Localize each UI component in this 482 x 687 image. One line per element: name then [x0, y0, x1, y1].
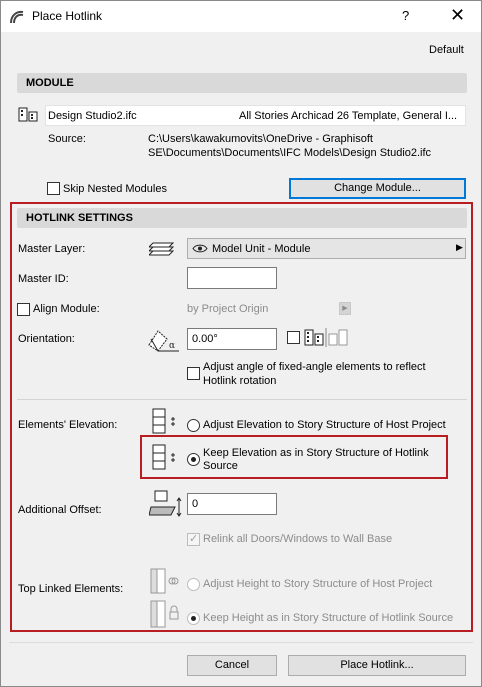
- adjust-angle-checkbox[interactable]: [187, 367, 200, 380]
- window-title: Place Hotlink: [32, 9, 103, 23]
- svg-text:α: α: [169, 341, 175, 351]
- elevation-keep-label-line1: Keep Elevation as in Story Structure of …: [203, 447, 429, 459]
- hotlink-settings-section-header: HOTLINK SETTINGS: [17, 208, 467, 228]
- title-bar: Place Hotlink ? ✕: [1, 1, 481, 32]
- relink-doors-windows-label: Relink all Doors/Windows to Wall Base: [203, 533, 393, 545]
- module-section-header: MODULE: [17, 73, 467, 93]
- keep-height-icon: [150, 600, 179, 628]
- master-layer-label: Master Layer:: [18, 243, 86, 255]
- module-template-name: All Stories Archicad 26 Template, Genera…: [239, 110, 458, 122]
- cancel-button[interactable]: Cancel: [187, 655, 277, 676]
- top-keep-height-radio[interactable]: [187, 612, 200, 625]
- additional-offset-input[interactable]: [187, 493, 277, 515]
- master-id-label: Master ID:: [18, 273, 69, 285]
- align-module-value: by Project Origin: [187, 303, 269, 315]
- skip-nested-modules-checkbox[interactable]: [47, 182, 60, 195]
- mirror-module-icon: [304, 328, 348, 347]
- help-button[interactable]: ?: [402, 8, 409, 23]
- elevation-adjust-radio[interactable]: [187, 419, 200, 432]
- adjust-elevation-icon: [152, 408, 175, 434]
- orientation-mirror-checkbox[interactable]: [287, 331, 300, 344]
- align-module-checkbox[interactable]: [17, 303, 30, 316]
- place-hotlink-dialog: Place Hotlink ? ✕ Default MODULE Design …: [0, 0, 482, 687]
- master-id-input[interactable]: [187, 267, 277, 289]
- top-linked-elements-label: Top Linked Elements:: [18, 583, 124, 595]
- additional-offset-icon: [149, 490, 182, 517]
- align-module-label: Align Module:: [33, 303, 100, 315]
- elevation-keep-label-line2: Source: [203, 460, 238, 472]
- orientation-input[interactable]: [187, 328, 277, 350]
- dropdown-arrow-icon: ▶: [456, 242, 463, 252]
- keep-elevation-icon: [152, 444, 175, 470]
- adjust-height-icon: [150, 568, 179, 594]
- align-module-popup-arrow-icon: ▶: [339, 302, 351, 315]
- master-layer-value: Model Unit - Module: [212, 243, 311, 255]
- top-adjust-height-label: Adjust Height to Story Structure of Host…: [203, 578, 433, 590]
- module-file-name: Design Studio2.ifc: [48, 110, 137, 122]
- source-label: Source:: [48, 133, 86, 145]
- skip-nested-modules-label: Skip Nested Modules: [63, 183, 167, 195]
- elevation-keep-radio[interactable]: [187, 453, 200, 466]
- archicad-app-icon: [10, 10, 24, 24]
- top-keep-height-label: Keep Height as in Story Structure of Hot…: [203, 612, 454, 624]
- layers-icon: [149, 242, 175, 256]
- relink-doors-windows-checkbox[interactable]: [187, 532, 200, 546]
- top-adjust-height-radio[interactable]: [187, 578, 200, 591]
- place-hotlink-button[interactable]: Place Hotlink...: [288, 655, 466, 676]
- eye-visible-icon: [192, 244, 208, 253]
- section-separator: [17, 399, 467, 400]
- source-path-line1: C:\Users\kawakumovits\OneDrive - Graphis…: [148, 133, 373, 145]
- adjust-angle-label-line2: Hotlink rotation: [203, 375, 277, 387]
- change-module-button[interactable]: Change Module...: [289, 178, 466, 199]
- additional-offset-label: Additional Offset:: [18, 504, 102, 516]
- close-button[interactable]: ✕: [450, 4, 465, 26]
- source-path-line2: SE\Documents\Documents\IFC Models\Design…: [148, 147, 432, 159]
- elements-elevation-label: Elements' Elevation:: [18, 419, 118, 431]
- favorites-default-label[interactable]: Default: [429, 44, 464, 56]
- module-file-icon: [18, 107, 38, 122]
- elevation-adjust-label: Adjust Elevation to Story Structure of H…: [203, 419, 446, 431]
- orientation-angle-icon: α: [148, 330, 179, 352]
- orientation-label: Orientation:: [18, 333, 75, 345]
- adjust-angle-label-line1: Adjust angle of fixed-angle elements to …: [203, 361, 426, 373]
- footer-separator: [9, 642, 473, 643]
